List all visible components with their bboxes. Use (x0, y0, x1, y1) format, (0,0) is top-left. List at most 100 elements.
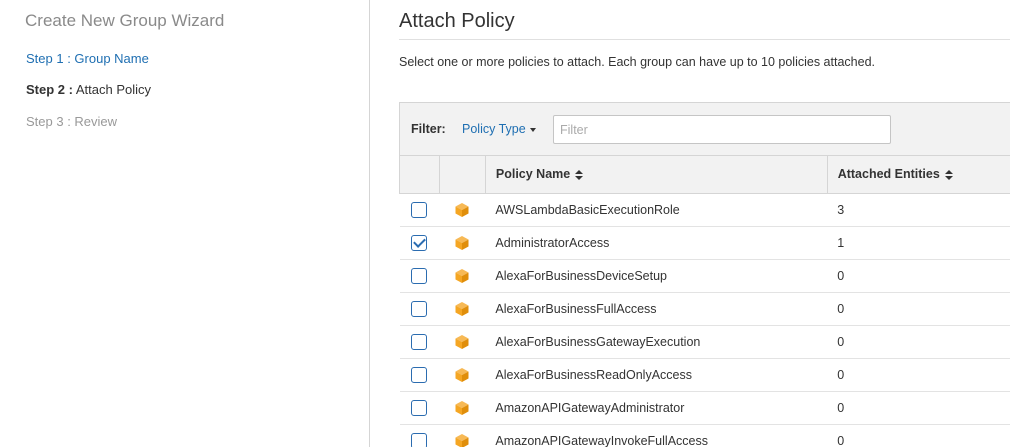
step-1-link[interactable]: Step 1 : Group Name (26, 51, 149, 66)
row-checkbox[interactable] (411, 333, 428, 350)
table-row[interactable]: AlexaForBusinessGatewayExecution 0 (399, 325, 1010, 359)
aws-policy-cube-icon (455, 235, 469, 250)
attached-entities-count: 0 (837, 400, 845, 415)
page-title: Attach Policy (399, 10, 515, 32)
filter-input[interactable] (553, 115, 891, 144)
attached-entities-count: 3 (837, 202, 845, 217)
row-checkbox[interactable] (411, 234, 428, 251)
policy-table-body: AWSLambdaBasicExecutionRole 3 Administra… (399, 193, 1010, 447)
page-description: Select one or more policies to attach. E… (399, 55, 875, 69)
policy-name-text: AlexaForBusinessFullAccess (495, 301, 657, 316)
row-icon-cell (439, 424, 486, 447)
row-attached-entities: 0 (827, 391, 1010, 425)
policy-type-dropdown[interactable]: Policy Type (462, 122, 536, 136)
caret-down-icon (529, 127, 536, 132)
table-header-row: Policy Name Attached Entities (399, 156, 1010, 194)
row-checkbox[interactable] (411, 366, 428, 383)
aws-policy-cube-icon (455, 334, 469, 349)
row-checkbox[interactable] (411, 201, 428, 218)
row-checkbox[interactable] (411, 432, 428, 447)
step-2-prefix: Step 2 : (26, 82, 73, 97)
attached-entities-count: 0 (837, 367, 845, 382)
row-icon-cell (439, 391, 486, 425)
step-3-label: Step 3 : Review (26, 114, 118, 129)
row-policy-name: AWSLambdaBasicExecutionRole (485, 193, 828, 227)
row-icon-cell (439, 193, 486, 227)
row-select-cell (399, 292, 440, 326)
sort-arrows-icon (575, 169, 584, 180)
table-row[interactable]: AlexaForBusinessFullAccess 0 (399, 292, 1010, 326)
row-policy-name: AmazonAPIGatewayInvokeFullAccess (485, 424, 828, 447)
header-attached-entities[interactable]: Attached Entities (826, 156, 1010, 194)
main-content: Attach Policy Select one or more policie… (371, 0, 1010, 447)
table-row[interactable]: AmazonAPIGatewayInvokeFullAccess 0 (399, 424, 1010, 447)
attached-entities-count: 0 (837, 268, 845, 283)
header-policy-name[interactable]: Policy Name (484, 156, 828, 194)
row-select-cell (399, 226, 440, 260)
step-2-label: Attach Policy (75, 82, 152, 97)
row-icon-cell (439, 325, 486, 359)
table-row[interactable]: AdministratorAccess 1 (399, 226, 1010, 260)
row-select-cell (399, 358, 440, 392)
row-checkbox[interactable] (411, 399, 428, 416)
app: Create New Group Wizard Step 1 : Group N… (0, 0, 1010, 447)
policy-type-label: Policy Type (462, 122, 526, 136)
row-icon-cell (439, 292, 486, 326)
header-icon-column (438, 156, 486, 194)
table-row[interactable]: AmazonAPIGatewayAdministrator 0 (399, 391, 1010, 425)
header-attached-entities-label: Attached Entities (837, 167, 940, 182)
filter-label: Filter: (411, 122, 446, 136)
table-row[interactable]: AlexaForBusinessReadOnlyAccess 0 (399, 358, 1010, 392)
row-select-cell (399, 259, 440, 293)
filter-bar: Filter: Policy Type (399, 102, 1010, 156)
attached-entities-count: 0 (837, 334, 845, 349)
row-attached-entities: 0 (827, 325, 1010, 359)
policy-name-text: AlexaForBusinessReadOnlyAccess (495, 367, 693, 382)
aws-policy-cube-icon (455, 301, 469, 316)
aws-policy-cube-icon (455, 268, 469, 283)
row-icon-cell (439, 358, 486, 392)
row-attached-entities: 0 (827, 259, 1010, 293)
row-policy-name: AdministratorAccess (485, 226, 828, 260)
header-select-column (399, 156, 440, 194)
row-checkbox[interactable] (411, 267, 428, 284)
policy-name-text: AlexaForBusinessGatewayExecution (495, 334, 701, 349)
header-policy-name-label: Policy Name (495, 167, 571, 182)
step-2-current: Step 2 : Attach Policy (26, 82, 151, 97)
row-policy-name: AlexaForBusinessDeviceSetup (485, 259, 828, 293)
row-select-cell (399, 193, 440, 227)
row-policy-name: AmazonAPIGatewayAdministrator (485, 391, 828, 425)
title-divider (399, 39, 1010, 40)
sort-arrows-icon (944, 169, 953, 180)
row-attached-entities: 3 (827, 193, 1010, 227)
row-policy-name: AlexaForBusinessGatewayExecution (485, 325, 828, 359)
attached-entities-count: 1 (837, 235, 845, 250)
row-policy-name: AlexaForBusinessFullAccess (485, 292, 828, 326)
row-select-cell (399, 424, 440, 447)
wizard-title: Create New Group Wizard (25, 11, 225, 30)
aws-policy-cube-icon (455, 202, 469, 217)
policy-name-text: AdministratorAccess (495, 235, 610, 250)
aws-policy-cube-icon (455, 400, 469, 415)
row-attached-entities: 0 (827, 292, 1010, 326)
row-attached-entities: 0 (827, 358, 1010, 392)
row-icon-cell (439, 226, 486, 260)
table-row[interactable]: AlexaForBusinessDeviceSetup 0 (399, 259, 1010, 293)
attached-entities-count: 0 (837, 433, 845, 447)
policy-name-text: AmazonAPIGatewayAdministrator (495, 400, 685, 415)
row-policy-name: AlexaForBusinessReadOnlyAccess (485, 358, 828, 392)
row-checkbox[interactable] (411, 300, 428, 317)
table-row[interactable]: AWSLambdaBasicExecutionRole 3 (399, 193, 1010, 227)
policy-name-text: AWSLambdaBasicExecutionRole (495, 202, 680, 217)
aws-policy-cube-icon (455, 367, 469, 382)
policy-name-text: AlexaForBusinessDeviceSetup (495, 268, 668, 283)
row-icon-cell (439, 259, 486, 293)
row-attached-entities: 0 (827, 424, 1010, 447)
row-select-cell (399, 391, 440, 425)
wizard-sidebar: Create New Group Wizard Step 1 : Group N… (0, 0, 370, 447)
row-attached-entities: 1 (827, 226, 1010, 260)
policy-table: Policy Name Attached Entities AWSLambdaB… (399, 156, 1010, 447)
row-select-cell (399, 325, 440, 359)
aws-policy-cube-icon (455, 433, 469, 447)
policy-name-text: AmazonAPIGatewayInvokeFullAccess (495, 433, 708, 447)
